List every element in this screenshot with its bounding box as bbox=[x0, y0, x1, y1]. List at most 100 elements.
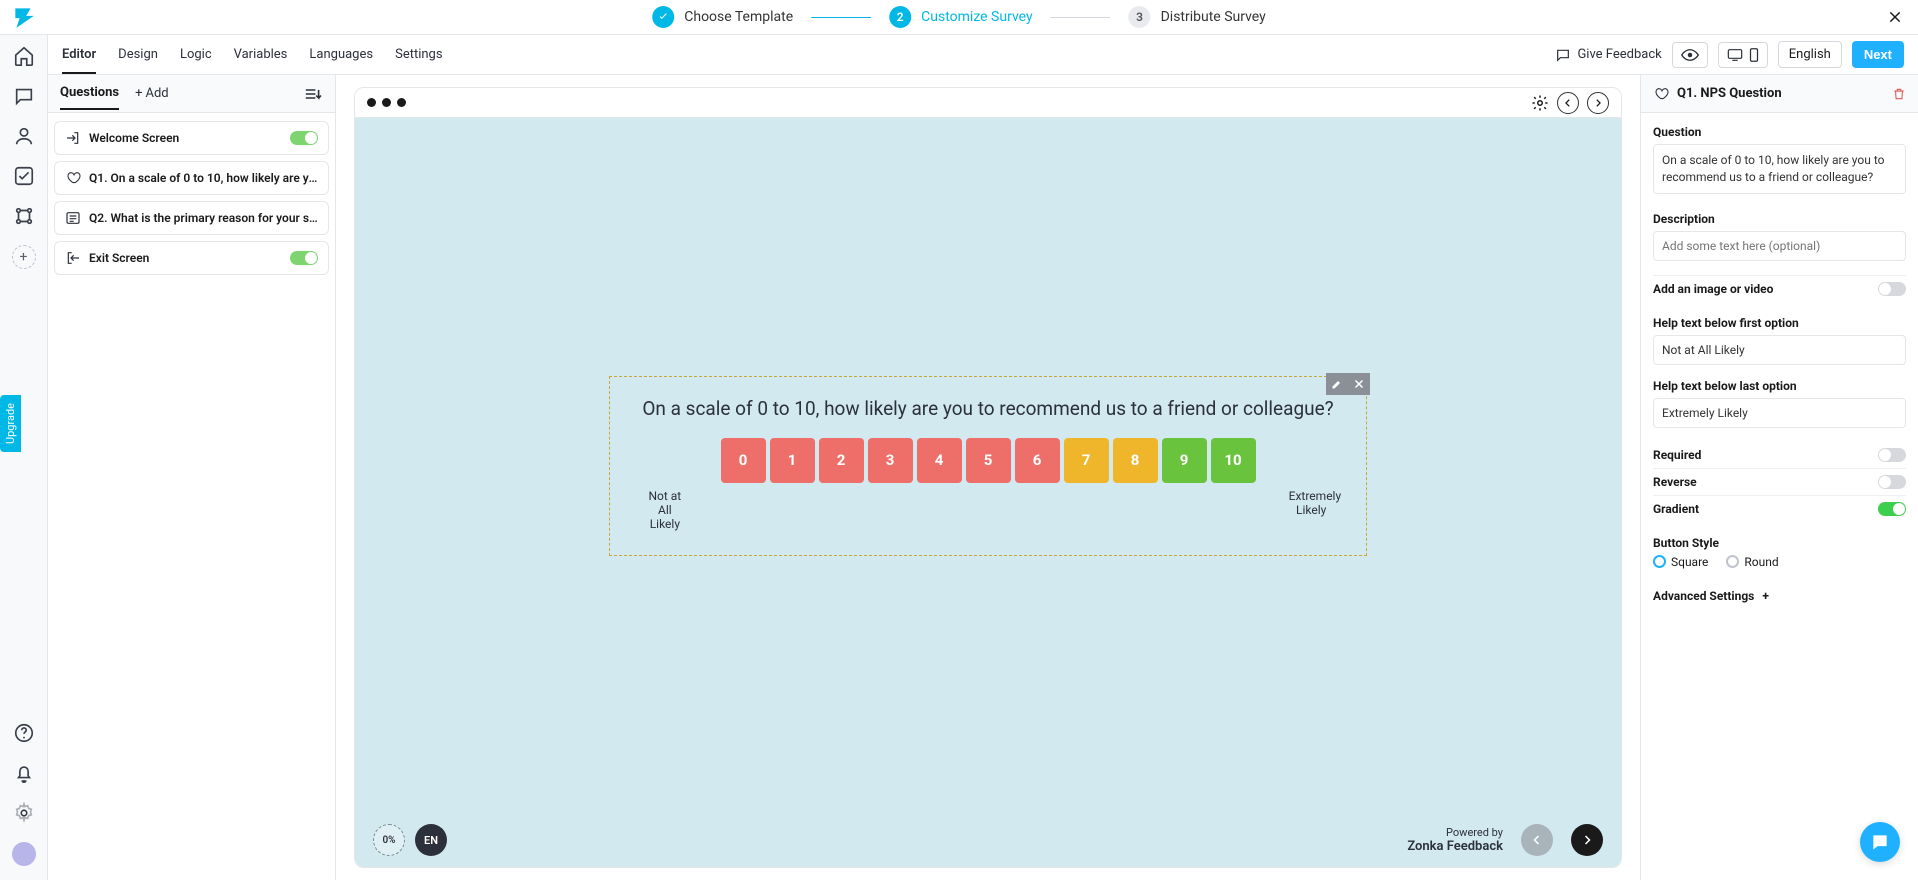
next-question-circle[interactable] bbox=[1587, 92, 1609, 114]
bell-icon[interactable] bbox=[13, 762, 35, 784]
button-style-round[interactable]: Round bbox=[1726, 555, 1778, 569]
chat-heart-icon bbox=[1555, 47, 1571, 63]
tab-variables[interactable]: Variables bbox=[234, 36, 288, 74]
right-panel-body: Question Description Add an image or vid… bbox=[1641, 113, 1918, 615]
question-item-q1[interactable]: Q1. On a scale of 0 to 10, how likely ar… bbox=[54, 161, 329, 195]
powered-by-label: Powered by bbox=[1407, 826, 1503, 839]
preview-button[interactable] bbox=[1672, 42, 1708, 68]
preview-footer: 0% EN Powered by Zonka Feedback bbox=[355, 813, 1621, 867]
enter-icon bbox=[65, 130, 81, 146]
required-label: Required bbox=[1653, 448, 1701, 462]
workflow-icon[interactable] bbox=[13, 205, 35, 227]
preview-titlebar bbox=[355, 88, 1621, 118]
chevron-right-icon bbox=[1593, 98, 1603, 108]
language-selector[interactable]: English bbox=[1778, 41, 1842, 68]
nps-option-4[interactable]: 4 bbox=[917, 438, 962, 483]
nps-label-high: Extremely Likely bbox=[1289, 489, 1334, 531]
settings-icon[interactable] bbox=[13, 802, 35, 824]
step-label: Customize Survey bbox=[921, 9, 1032, 25]
tab-settings[interactable]: Settings bbox=[395, 36, 442, 74]
questions-tab[interactable]: Questions bbox=[60, 85, 119, 110]
chat-icon[interactable] bbox=[13, 85, 35, 107]
preview-settings-button[interactable] bbox=[1531, 94, 1549, 112]
upgrade-tab[interactable]: Upgrade bbox=[0, 395, 21, 452]
edit-block-button[interactable] bbox=[1326, 373, 1348, 395]
nps-option-6[interactable]: 6 bbox=[1015, 438, 1060, 483]
heart-icon bbox=[1653, 86, 1669, 102]
question-item-exit[interactable]: Exit Screen bbox=[54, 241, 329, 275]
nps-option-10[interactable]: 10 bbox=[1211, 438, 1256, 483]
nps-option-8[interactable]: 8 bbox=[1113, 438, 1158, 483]
step-number: 2 bbox=[889, 6, 911, 28]
help-last-input[interactable] bbox=[1653, 398, 1906, 428]
nps-question-text: On a scale of 0 to 10, how likely are yo… bbox=[642, 397, 1333, 420]
close-icon bbox=[1353, 378, 1365, 390]
tab-design[interactable]: Design bbox=[118, 36, 158, 74]
nps-option-3[interactable]: 3 bbox=[868, 438, 913, 483]
add-label: Add bbox=[145, 86, 168, 101]
gradient-toggle[interactable] bbox=[1878, 502, 1906, 516]
prev-question-circle[interactable] bbox=[1557, 92, 1579, 114]
users-icon[interactable] bbox=[13, 125, 35, 147]
nps-option-5[interactable]: 5 bbox=[966, 438, 1011, 483]
tab-logic[interactable]: Logic bbox=[180, 36, 212, 74]
tab-languages[interactable]: Languages bbox=[309, 36, 373, 74]
step-customize-survey[interactable]: 2 Customize Survey bbox=[889, 6, 1032, 28]
advanced-settings-toggle[interactable]: Advanced Settings + bbox=[1653, 589, 1906, 603]
intercom-chat-button[interactable] bbox=[1860, 822, 1900, 862]
reverse-toggle[interactable] bbox=[1878, 475, 1906, 489]
tab-editor[interactable]: Editor bbox=[62, 36, 96, 74]
heart-icon bbox=[65, 170, 81, 186]
preview-next-button[interactable] bbox=[1571, 824, 1603, 856]
wizard-stepper: Choose Template 2 Customize Survey 3 Dis… bbox=[652, 6, 1266, 28]
reorder-button[interactable] bbox=[303, 86, 323, 102]
question-toggle[interactable] bbox=[290, 131, 318, 145]
close-button[interactable] bbox=[1882, 4, 1908, 30]
help-first-input[interactable] bbox=[1653, 335, 1906, 365]
button-style-square[interactable]: Square bbox=[1653, 555, 1708, 569]
add-image-toggle[interactable] bbox=[1878, 282, 1906, 296]
add-question-button[interactable]: + Add bbox=[135, 86, 169, 101]
gradient-label: Gradient bbox=[1653, 502, 1699, 516]
step-distribute-survey[interactable]: 3 Distribute Survey bbox=[1129, 6, 1266, 28]
preview-lang-badge[interactable]: EN bbox=[415, 824, 447, 856]
question-item-welcome[interactable]: Welcome Screen bbox=[54, 121, 329, 155]
preview-prev-button[interactable] bbox=[1521, 824, 1553, 856]
step-choose-template[interactable]: Choose Template bbox=[652, 6, 793, 28]
help-icon[interactable] bbox=[13, 722, 35, 744]
advanced-label: Advanced Settings bbox=[1653, 589, 1754, 603]
nps-option-2[interactable]: 2 bbox=[819, 438, 864, 483]
device-toggle[interactable] bbox=[1718, 42, 1768, 68]
radio-label: Round bbox=[1744, 555, 1778, 569]
nps-option-0[interactable]: 0 bbox=[721, 438, 766, 483]
question-list: Welcome Screen Q1. On a scale of 0 to 10… bbox=[48, 113, 335, 283]
home-icon[interactable] bbox=[13, 45, 35, 67]
nps-label-low: Not at All Likely bbox=[642, 489, 687, 531]
trash-icon bbox=[1892, 86, 1906, 102]
checkbox-icon[interactable] bbox=[13, 165, 35, 187]
add-module-button[interactable]: + bbox=[12, 245, 36, 269]
step-label: Distribute Survey bbox=[1161, 9, 1266, 25]
nps-option-1[interactable]: 1 bbox=[770, 438, 815, 483]
question-input[interactable] bbox=[1653, 144, 1906, 194]
question-item-q2[interactable]: Q2. What is the primary reason for your … bbox=[54, 201, 329, 235]
chevron-left-icon bbox=[1531, 834, 1543, 846]
delete-question-button[interactable] bbox=[1892, 86, 1906, 102]
next-button[interactable]: Next bbox=[1852, 41, 1904, 68]
help-first-label: Help text below first option bbox=[1653, 316, 1906, 330]
step-connector bbox=[1051, 17, 1111, 18]
description-label: Description bbox=[1653, 212, 1906, 226]
nps-option-9[interactable]: 9 bbox=[1162, 438, 1207, 483]
user-avatar[interactable] bbox=[12, 842, 36, 866]
give-feedback-link[interactable]: Give Feedback bbox=[1555, 47, 1661, 63]
gear-icon bbox=[1531, 94, 1549, 112]
nps-option-7[interactable]: 7 bbox=[1064, 438, 1109, 483]
required-toggle[interactable] bbox=[1878, 448, 1906, 462]
check-icon bbox=[652, 6, 674, 28]
delete-block-button[interactable] bbox=[1348, 373, 1370, 395]
description-input[interactable] bbox=[1653, 231, 1906, 261]
question-toggle[interactable] bbox=[290, 251, 318, 265]
app-logo[interactable] bbox=[0, 4, 48, 30]
brand-name: Zonka Feedback bbox=[1407, 839, 1503, 855]
questions-header: Questions + Add bbox=[48, 75, 335, 113]
